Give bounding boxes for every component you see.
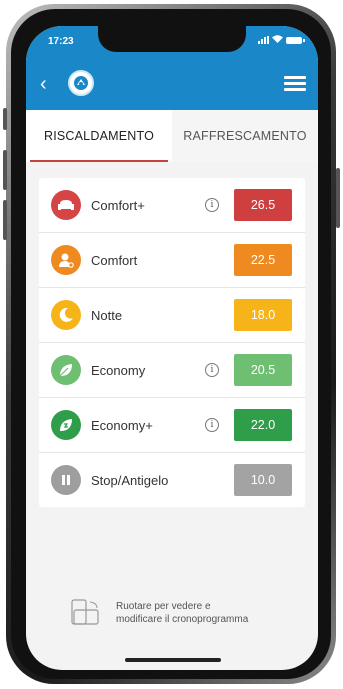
- temperature-value[interactable]: 20.5: [234, 354, 292, 386]
- rotate-device-icon: [68, 598, 102, 628]
- leaf-icon: [51, 355, 81, 385]
- list-item-stop-antigelo[interactable]: Stop/Antigelo 10.0: [39, 453, 305, 507]
- armchair-icon: [51, 190, 81, 220]
- mute-switch: [3, 108, 7, 130]
- list-item-comfort[interactable]: Comfort 22.5: [39, 233, 305, 288]
- mode-label: Economy+: [91, 417, 153, 433]
- tab-raffrescamento[interactable]: RAFFRESCAMENTO: [172, 110, 318, 162]
- status-time: 17:23: [48, 36, 74, 47]
- list-item-economy[interactable]: Economy i 20.5: [39, 343, 305, 398]
- home-indicator[interactable]: [125, 658, 221, 662]
- list-item-comfort-plus[interactable]: Comfort+ i 26.5: [39, 178, 305, 233]
- temperature-value[interactable]: 26.5: [234, 189, 292, 221]
- back-button[interactable]: ‹: [40, 74, 47, 94]
- mode-label: Stop/Antigelo: [91, 472, 169, 488]
- list-item-economy-plus[interactable]: Economy+ i 22.0: [39, 398, 305, 453]
- temperature-value[interactable]: 18.0: [234, 299, 292, 331]
- mode-label: Comfort: [91, 252, 138, 268]
- wifi-icon: [272, 35, 283, 45]
- moon-icon: [51, 300, 81, 330]
- pause-icon: [51, 465, 81, 495]
- rotate-hint: Ruotare per vedere e modificare il crono…: [68, 598, 298, 628]
- temperature-value[interactable]: 22.0: [234, 409, 292, 441]
- temperature-value[interactable]: 22.5: [234, 244, 292, 276]
- person-icon: [51, 245, 81, 275]
- rotate-hint-line1: Ruotare per vedere e: [116, 601, 211, 612]
- info-icon[interactable]: i: [205, 418, 219, 432]
- rotate-hint-text: Ruotare per vedere e modificare il crono…: [116, 600, 248, 626]
- volume-up-button: [3, 150, 7, 190]
- menu-icon[interactable]: [284, 76, 306, 92]
- logo-icon: [68, 70, 94, 96]
- mode-label: Comfort+: [91, 197, 145, 213]
- tab-riscaldamento[interactable]: RISCALDAMENTO: [26, 110, 172, 162]
- status-icons: [258, 35, 305, 45]
- info-icon[interactable]: i: [205, 363, 219, 377]
- app-header: 17:23 ‹: [26, 26, 318, 110]
- list-item-notte[interactable]: Notte 18.0: [39, 288, 305, 343]
- power-button: [336, 168, 340, 228]
- rotate-hint-line2: modificare il cronoprogramma: [116, 614, 249, 625]
- volume-down-button: [3, 200, 7, 240]
- notch: [98, 26, 246, 52]
- battery-icon: [286, 36, 305, 44]
- mode-list: Comfort+ i 26.5 Comfort 22.5 Notte 18.0 …: [39, 178, 305, 507]
- mode-tabs: RISCALDAMENTO RAFFRESCAMENTO: [26, 110, 318, 162]
- mode-label: Economy: [91, 362, 146, 378]
- temperature-value[interactable]: 10.0: [234, 464, 292, 496]
- mode-label: Notte: [91, 307, 123, 323]
- leaf-plus-icon: [51, 410, 81, 440]
- app-screen: 17:23 ‹ RISCALDAMENTO RAFFRESCAMENTO Com…: [26, 26, 318, 670]
- info-icon[interactable]: i: [205, 198, 219, 212]
- signal-icon: [258, 36, 269, 44]
